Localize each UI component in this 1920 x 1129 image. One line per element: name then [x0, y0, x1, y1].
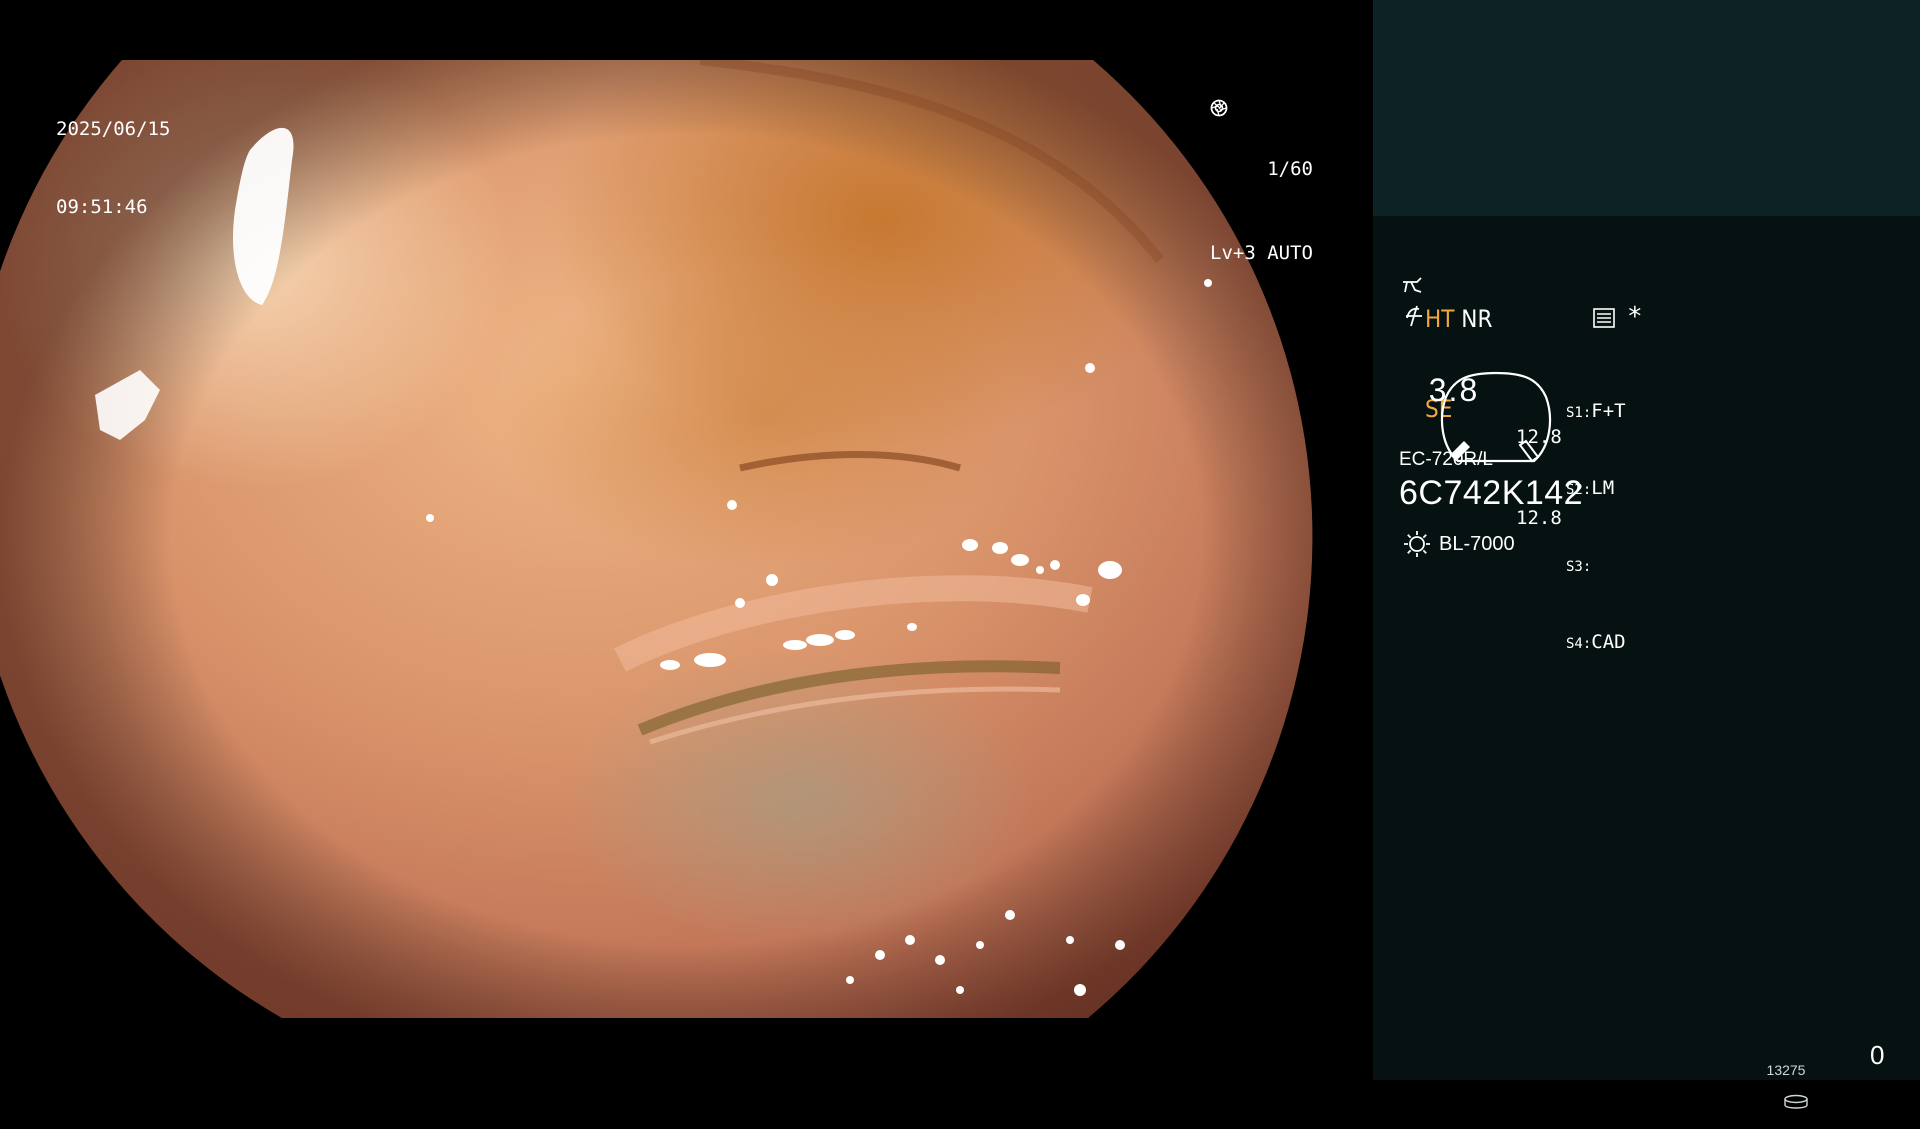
- switch-value: F+T: [1591, 400, 1626, 422]
- endoscopy-image-view: 2025/06/15 09:51:46 1/60 Lv+3 AUTO: [0, 0, 1373, 1080]
- structure-enhancement-icon: [1403, 277, 1422, 293]
- magnification-gauge: 3.8: [1399, 350, 1551, 463]
- scope-model: EC-720R/L: [1399, 449, 1493, 470]
- settings-list-icon: [1593, 308, 1615, 328]
- scope-switch-assignments: S1:F+T S2:LM S3: S4:CAD: [1566, 349, 1626, 707]
- light-source-readout: BL-7000: [1403, 530, 1515, 558]
- switch-row: S3:: [1566, 553, 1626, 580]
- thumbnail-area: [1373, 0, 1920, 216]
- light-source-model: BL-7000: [1439, 532, 1515, 555]
- exam-time: 09:51:46: [56, 196, 148, 218]
- switch-key: S4:: [1566, 636, 1592, 652]
- auto-iris-icon: [1210, 99, 1228, 117]
- switch-value: CAD: [1591, 631, 1626, 653]
- settings-icons-row: *: [1403, 302, 1643, 332]
- switch-row: S4:CAD: [1566, 630, 1626, 657]
- endoscopic-image: [0, 60, 1313, 1018]
- switch-key: S3:: [1566, 559, 1592, 575]
- switch-value: LM: [1591, 477, 1615, 499]
- switch-key: S1:: [1566, 405, 1592, 421]
- capture-counter: 0: [1870, 1040, 1885, 1070]
- switch-row: S1:F+T: [1566, 399, 1626, 426]
- shutter-speed: 1/60: [1267, 158, 1313, 180]
- date-time-readout: 2025/06/15 09:51:46: [56, 64, 170, 272]
- asterisk-icon: *: [1627, 302, 1643, 332]
- scope-serial-number: 6C742K142: [1399, 474, 1584, 512]
- light-source-icon: [1404, 531, 1430, 557]
- exposure-readout: 1/60 Lv+3 AUTO: [1210, 99, 1313, 323]
- status-side-panel: HT NR SE * 3.8 12.8 12.8 S1:F+T S2:LM S3…: [1373, 0, 1920, 1109]
- exam-date: 2025/06/15: [56, 118, 171, 140]
- gauge-value: 3.8: [1428, 372, 1480, 408]
- iris-mode: Lv+3 AUTO: [1210, 242, 1313, 264]
- contrast-icon: [1406, 305, 1422, 327]
- storage-disk-icon: [1783, 1094, 1808, 1109]
- gauge-sub-top: 12.8: [1516, 426, 1562, 448]
- storage-count: 13275: [1766, 1062, 1806, 1078]
